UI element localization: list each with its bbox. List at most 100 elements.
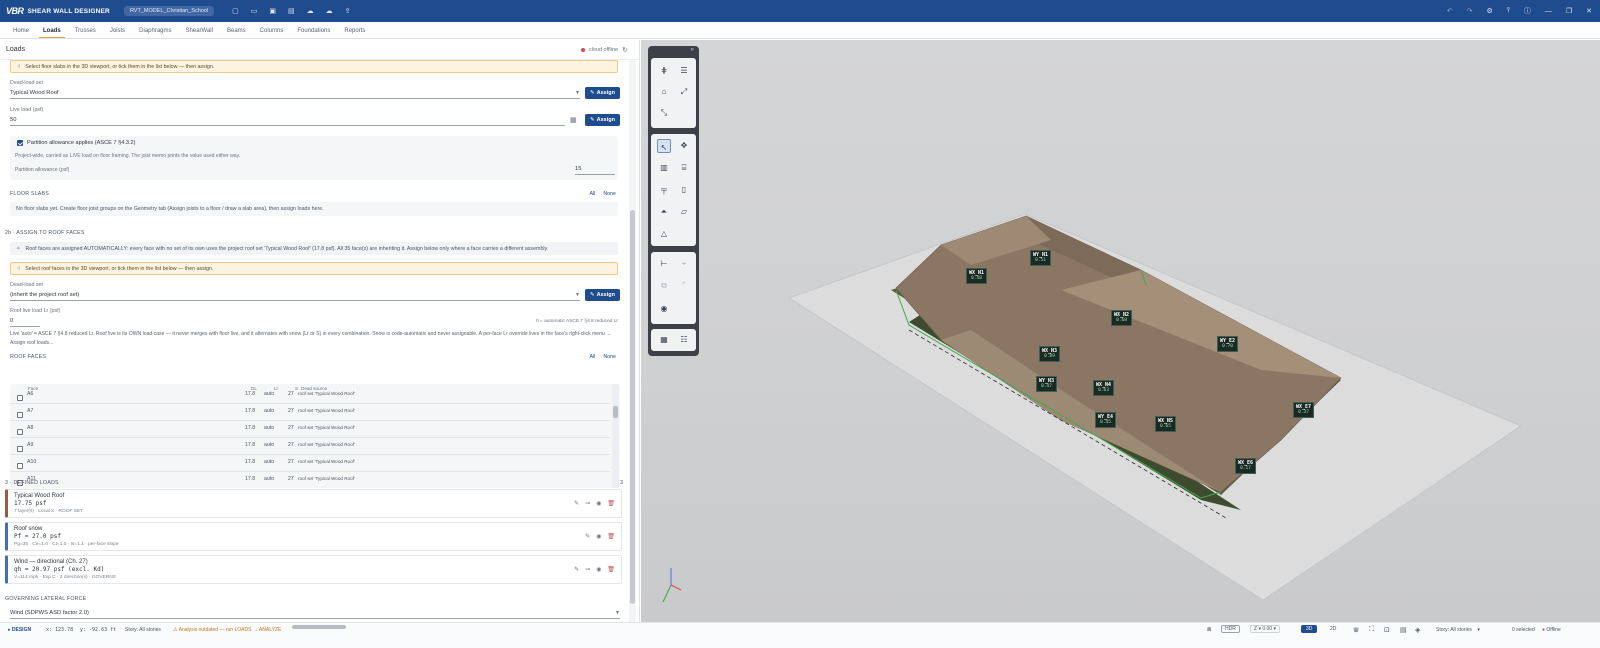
grid-tool-icon[interactable]: ⋕ bbox=[657, 64, 671, 78]
partition-checkbox[interactable] bbox=[17, 140, 23, 146]
column-tool-icon[interactable]: ▯ bbox=[677, 183, 691, 197]
table-row[interactable]: A10 17.8 auto 27 roof set 'Typical Wood … bbox=[10, 455, 610, 472]
select-tool-icon[interactable]: ↖ bbox=[657, 139, 671, 153]
visibility-tool-icon[interactable]: ◉ bbox=[657, 302, 671, 316]
home-tool-icon[interactable]: ⌂ bbox=[657, 85, 671, 99]
live-load-assign-button[interactable]: ✎ Assign bbox=[585, 114, 620, 126]
faces-scrollbar[interactable] bbox=[612, 384, 619, 488]
refresh-icon[interactable]: ↻ bbox=[622, 46, 628, 54]
layers-icon[interactable]: ⧈ bbox=[1207, 626, 1211, 634]
horizontal-scrollbar[interactable] bbox=[292, 625, 346, 629]
export-icon[interactable]: ⇪ bbox=[345, 7, 351, 15]
tab-reports[interactable]: Reports bbox=[337, 28, 372, 38]
save-as-icon[interactable]: ▤ bbox=[288, 7, 295, 15]
eye-icon[interactable]: ◉ bbox=[596, 533, 601, 540]
tab-trusses[interactable]: Trusses bbox=[68, 28, 103, 38]
floor-slabs-all-link[interactable]: All bbox=[589, 191, 595, 197]
slab-tool-icon[interactable]: ▱ bbox=[677, 205, 691, 219]
move-tool-icon[interactable]: ✥ bbox=[677, 139, 691, 153]
floor-slabs-none-link[interactable]: None bbox=[603, 191, 616, 197]
eye-icon[interactable]: ◉ bbox=[596, 566, 601, 573]
roof-dead-assign-button[interactable]: ✎ Assign bbox=[585, 289, 620, 301]
roof-lr-input[interactable]: 0 bbox=[10, 316, 40, 327]
wall-tag-wx-n4[interactable]: WX_N4 0.63 bbox=[1093, 380, 1115, 396]
wall-tag-wx-e7[interactable]: WX_E7 0.37 bbox=[1293, 402, 1315, 418]
roof-faces-none-link[interactable]: None bbox=[603, 354, 616, 360]
tab-foundations[interactable]: Foundations bbox=[290, 28, 337, 38]
row-checkbox[interactable] bbox=[17, 395, 23, 401]
table-row[interactable]: A7 17.8 auto 27 roof set 'Typical Wood R… bbox=[10, 404, 610, 421]
edit-icon[interactable]: ✎ bbox=[585, 533, 590, 540]
edit-icon[interactable]: ✎ bbox=[574, 500, 579, 507]
open-folder-icon[interactable]: ▭ bbox=[251, 7, 258, 15]
door-tool-icon[interactable]: ⌸ bbox=[677, 161, 691, 175]
table-row[interactable]: A9 17.8 auto 27 roof set 'Typical Wood R… bbox=[10, 438, 610, 455]
collapse-icon[interactable]: » bbox=[691, 47, 694, 53]
table-row[interactable]: A6 17.8 auto 27 roof set 'Typical Wood R… bbox=[10, 387, 610, 404]
edit-icon[interactable]: ✎ bbox=[574, 566, 579, 573]
tab-diaphragms[interactable]: Diaphragms bbox=[132, 28, 178, 38]
resize-tool-icon[interactable]: ⤡ bbox=[657, 106, 671, 120]
wall-tag-wy-n1[interactable]: WY_N1 0.51 bbox=[1030, 250, 1052, 266]
project-name[interactable]: RVT_MODEL_Christian_School bbox=[123, 6, 215, 16]
stack-icon[interactable]: ◈ bbox=[1415, 626, 1420, 634]
roof-tool-icon[interactable]: △ bbox=[657, 227, 671, 241]
wall-tag-wx-n2[interactable]: WX_N2 0.68 bbox=[1111, 310, 1133, 326]
z-level-select[interactable]: Z ▾ 0.00 ▾ bbox=[1250, 625, 1280, 633]
wall-tool-icon[interactable]: ▥ bbox=[657, 161, 671, 175]
wall-tag-wx-n1[interactable]: WX_N1 0.48 bbox=[966, 268, 988, 284]
delete-icon[interactable]: 🗑 bbox=[607, 566, 615, 573]
load-card-roof[interactable]: Typical Wood Roof 17.75 psf 7 layer(s) ·… bbox=[5, 489, 622, 518]
snap-tool-icon[interactable]: ⌖ bbox=[677, 257, 691, 271]
tab-beams[interactable]: Beams bbox=[220, 28, 253, 38]
load-card-snow[interactable]: Roof snow Pf = 27.0 psf Pg=35 · Ce=1.0 ·… bbox=[5, 522, 622, 551]
wall-tag-wy-e4[interactable]: WY_E4 0.45 bbox=[1095, 412, 1117, 428]
view-2d-button[interactable]: 2D bbox=[1325, 625, 1341, 633]
table-grid-icon[interactable]: ▦ bbox=[570, 116, 577, 124]
tab-loads[interactable]: Loads bbox=[36, 28, 68, 38]
undo-icon[interactable]: ↶ bbox=[1447, 7, 1453, 15]
tab-joists[interactable]: Joists bbox=[103, 28, 132, 38]
row-checkbox[interactable] bbox=[17, 429, 23, 435]
close-icon[interactable]: ✕ bbox=[1586, 7, 1592, 15]
save-icon[interactable]: ▣ bbox=[269, 7, 276, 15]
load-card-wind[interactable]: Wind — directional (Ch. 27) qh = 20.97 p… bbox=[5, 555, 622, 584]
wall-tag-wx-e6[interactable]: WX_E6 0.17 bbox=[1235, 458, 1257, 474]
floor-dead-assign-button[interactable]: ✎ Assign bbox=[585, 87, 620, 99]
viewport-3d[interactable]: WX_N1 0.48 WY_N1 0.51 WX_N2 0.68 WY_E2 0.70 WX_N… bbox=[641, 40, 1600, 622]
row-checkbox[interactable] bbox=[17, 446, 23, 452]
row-checkbox[interactable] bbox=[17, 463, 23, 469]
panel-scrollbar[interactable] bbox=[629, 60, 636, 622]
faces-scrollbar-thumb[interactable] bbox=[613, 406, 618, 418]
floor-dead-load-select[interactable]: Typical Wood Roof ▼ bbox=[10, 88, 580, 99]
list-tool-icon[interactable]: ☰ bbox=[677, 64, 691, 78]
table-tool-icon[interactable]: ▦ bbox=[657, 333, 671, 347]
table-row[interactable]: A11 17.8 auto 27 roof set 'Typical Wood … bbox=[10, 472, 610, 488]
link-icon[interactable]: ⊸ bbox=[585, 566, 590, 573]
panel-scrollbar-thumb[interactable] bbox=[630, 210, 635, 604]
design-mode[interactable]: ▸ DESIGN bbox=[8, 627, 31, 633]
model-canvas[interactable] bbox=[641, 40, 1600, 622]
truss-tool-icon[interactable]: ⏶ bbox=[657, 205, 671, 219]
minimize-icon[interactable]: — bbox=[1545, 8, 1552, 15]
link-icon[interactable]: ⊸ bbox=[585, 500, 590, 507]
corner-tool-icon[interactable]: ⌜ bbox=[677, 279, 691, 293]
maximize-icon[interactable]: ❐ bbox=[1566, 7, 1572, 15]
dimension-tool-icon[interactable]: ⊢ bbox=[657, 257, 671, 271]
info-icon[interactable]: ⓘ bbox=[1524, 6, 1531, 16]
magnet-icon[interactable]: ⋓ bbox=[1353, 626, 1359, 634]
cloud-sync-icon[interactable]: ☁ bbox=[326, 7, 333, 15]
beam-tool-icon[interactable]: ╤ bbox=[657, 183, 671, 197]
partition-allow-input[interactable]: 15 bbox=[575, 165, 615, 175]
copy-tool-icon[interactable]: ⧉ bbox=[657, 279, 671, 293]
hdr-toggle[interactable]: HDR bbox=[1221, 625, 1240, 633]
table-row[interactable]: A8 17.8 auto 27 roof set 'Typical Wood R… bbox=[10, 421, 610, 438]
properties-tool-icon[interactable]: ☷ bbox=[677, 333, 691, 347]
live-load-input[interactable]: 50 bbox=[10, 115, 565, 126]
tab-columns[interactable]: Columns bbox=[253, 28, 291, 38]
view-3d-button[interactable]: 3D bbox=[1301, 625, 1318, 633]
cloud-upload-icon[interactable]: ☁ bbox=[307, 7, 314, 15]
wall-tag-wx-n3[interactable]: WX_N3 0.89 bbox=[1039, 346, 1061, 362]
roof-dead-load-select[interactable]: (inherit the project roof set) ▼ bbox=[10, 290, 580, 301]
measure-tool-icon[interactable]: ⤢ bbox=[677, 85, 691, 99]
